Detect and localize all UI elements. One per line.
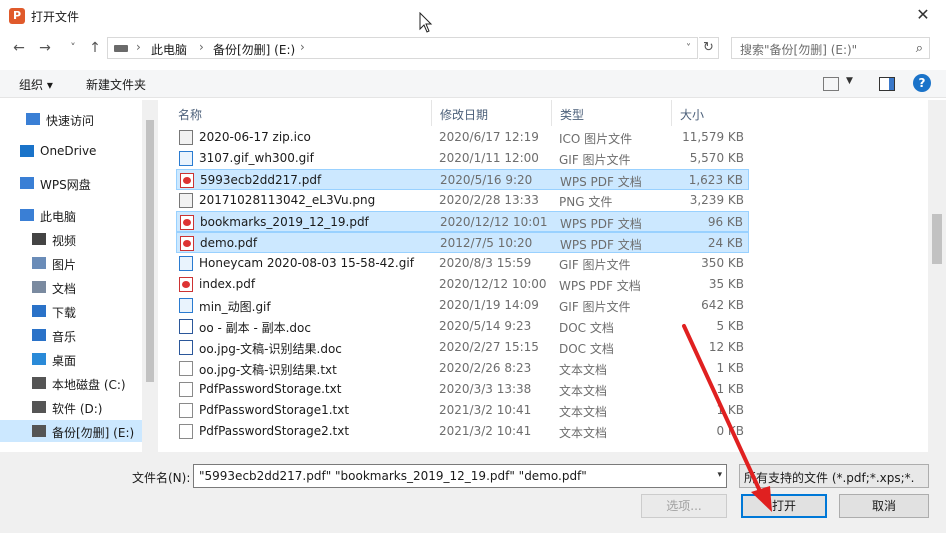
mouse-cursor-icon [419,12,433,33]
annotation-arrow-icon [682,324,772,512]
